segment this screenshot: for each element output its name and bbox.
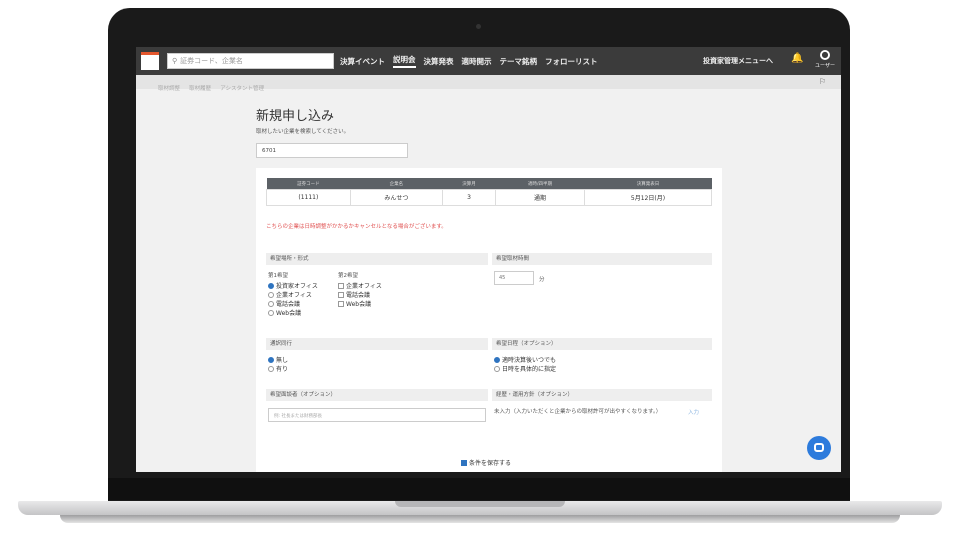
date-specific-radio[interactable]: 日時を具体的に指定 bbox=[494, 364, 556, 373]
col-header: 決算発表日 bbox=[584, 178, 712, 190]
page-subtitle: 取材したい企業を検索してください。 bbox=[256, 129, 350, 135]
date-anytime-radio[interactable]: 適時決算後いつでも bbox=[494, 355, 556, 364]
first-choice-investor-office[interactable]: 投資家オフィス bbox=[268, 281, 318, 290]
app-logo[interactable] bbox=[141, 52, 159, 70]
table-cell: 通期 bbox=[495, 189, 585, 206]
first-choice-web[interactable]: Web会議 bbox=[268, 308, 301, 317]
table-cell: みんせつ bbox=[349, 189, 444, 206]
laptop-notch bbox=[395, 501, 565, 507]
warning-message: こちらの企業は日時調整がかかるかキャンセルとなる場合がございます。 bbox=[266, 224, 447, 230]
subnav-link-history[interactable]: 取材履歴 bbox=[189, 86, 211, 92]
laptop-base-shadow bbox=[60, 515, 900, 523]
radio-selected-icon bbox=[268, 282, 274, 289]
interpreter-none-radio[interactable]: 無し bbox=[268, 355, 288, 364]
search-icon: ⚲ bbox=[172, 57, 178, 65]
table-header-row: 証券コード 企業名 決算月 適時/四半期 決算発表日 bbox=[266, 178, 712, 190]
second-choice-web[interactable]: Web会議 bbox=[338, 299, 371, 308]
radio-selected-icon bbox=[494, 356, 500, 363]
second-choice-company-office[interactable]: 企業オフィス bbox=[338, 281, 382, 290]
page-title: 新規申し込み bbox=[256, 109, 335, 124]
user-label: ユーザー bbox=[815, 63, 835, 69]
table-cell: 5月12日(月) bbox=[584, 189, 712, 206]
save-conditions-label: 条件を保存する bbox=[469, 460, 512, 467]
interpreter-yes-radio[interactable]: 有り bbox=[268, 364, 288, 373]
user-menu[interactable]: ● ユーザー bbox=[815, 50, 835, 72]
section-place-header: 希望場所・形式 bbox=[266, 253, 488, 265]
first-choice-company-office[interactable]: 企業オフィス bbox=[268, 290, 312, 299]
subnav-link-assistant[interactable]: アシスタント管理 bbox=[220, 86, 264, 92]
radio-icon bbox=[268, 309, 274, 316]
attendee-input[interactable]: 例: 社長または財務部長 bbox=[268, 408, 486, 422]
nav-item-events[interactable]: 決算イベント bbox=[340, 56, 385, 67]
feedback-flag-icon[interactable]: ⚐ bbox=[819, 77, 826, 86]
table-cell: 3 bbox=[442, 189, 497, 206]
radio-icon bbox=[268, 300, 274, 307]
checkbox-icon bbox=[338, 282, 344, 289]
user-icon: ● bbox=[820, 50, 830, 60]
sub-nav-bar: 取材調整 取材履歴 アシスタント管理 bbox=[136, 75, 841, 92]
bell-icon[interactable]: 🔔 bbox=[791, 53, 803, 67]
laptop-frame: ⚲ 証券コード、企業名 決算イベント 説明会 決算発表 適時開示 テーマ銘柄 フ… bbox=[0, 0, 960, 540]
first-choice-phone[interactable]: 電話会議 bbox=[268, 299, 300, 308]
col-header: 証券コード bbox=[266, 178, 351, 190]
second-choice-label: 第2希望 bbox=[338, 273, 358, 279]
laptop-chin bbox=[108, 478, 850, 500]
save-conditions-checkbox[interactable]: 条件を保存する bbox=[461, 458, 511, 467]
nav-item-disclosure[interactable]: 適時開示 bbox=[462, 56, 492, 67]
second-choice-phone[interactable]: 電話会議 bbox=[338, 290, 370, 299]
search-placeholder: 証券コード、企業名 bbox=[180, 57, 243, 65]
table-row[interactable]: (1111) みんせつ 3 通期 5月12日(月) bbox=[266, 189, 712, 206]
radio-icon bbox=[494, 365, 500, 372]
purpose-text: 未入力（入力いただくと企業からの取材許可が出やすくなります。） bbox=[494, 409, 662, 415]
app-screen: ⚲ 証券コード、企業名 決算イベント 説明会 決算発表 適時開示 テーマ銘柄 フ… bbox=[136, 47, 841, 472]
request-form-card: 証券コード 企業名 決算月 適時/四半期 決算発表日 (1111) みんせつ 3… bbox=[256, 168, 722, 472]
minutes-input[interactable]: 45 bbox=[494, 271, 534, 285]
checkbox-icon bbox=[338, 300, 344, 307]
radio-icon bbox=[268, 291, 274, 298]
nav-item-theme[interactable]: テーマ銘柄 bbox=[500, 56, 538, 67]
result-table: 証券コード 企業名 決算月 適時/四半期 決算発表日 (1111) みんせつ 3… bbox=[266, 178, 712, 206]
company-search-field[interactable]: 6701 bbox=[256, 143, 408, 158]
purpose-input-link[interactable]: 入力 bbox=[688, 408, 699, 416]
radio-selected-icon bbox=[268, 356, 274, 363]
table-cell: (1111) bbox=[266, 189, 351, 206]
checkbox-checked-icon bbox=[461, 459, 467, 466]
radio-icon bbox=[268, 365, 274, 372]
nav-item-results[interactable]: 決算発表 bbox=[424, 56, 454, 67]
col-header: 企業名 bbox=[350, 178, 443, 190]
col-header: 適時/四半期 bbox=[495, 178, 585, 190]
nav-item-follow[interactable]: フォローリスト bbox=[545, 56, 598, 67]
section-attendee-header: 希望面談者（オプション） bbox=[266, 389, 488, 401]
col-header: 決算月 bbox=[442, 178, 496, 190]
search-input[interactable]: ⚲ 証券コード、企業名 bbox=[167, 53, 334, 69]
minutes-unit: 分 bbox=[539, 277, 545, 283]
top-bar: ⚲ 証券コード、企業名 決算イベント 説明会 決算発表 適時開示 テーマ銘柄 フ… bbox=[136, 47, 841, 75]
chat-bubble-icon[interactable] bbox=[807, 436, 831, 460]
section-time-header: 希望取材時間 bbox=[492, 253, 712, 265]
section-purpose-header: 経歴・運用方針（オプション） bbox=[492, 389, 712, 401]
nav-item-briefing[interactable]: 説明会 bbox=[393, 54, 416, 68]
subnav-link-arrange[interactable]: 取材調整 bbox=[158, 86, 180, 92]
checkbox-icon bbox=[338, 291, 344, 298]
main-nav: 決算イベント 説明会 決算発表 適時開示 テーマ銘柄 フォローリスト bbox=[340, 47, 606, 75]
first-choice-label: 第1希望 bbox=[268, 273, 288, 279]
section-interpreter-header: 通訳同行 bbox=[266, 338, 488, 350]
investor-menu-link[interactable]: 投資家管理メニューへ bbox=[703, 56, 773, 66]
section-date-header: 希望日程（オプション） bbox=[492, 338, 712, 350]
camera bbox=[476, 24, 481, 29]
